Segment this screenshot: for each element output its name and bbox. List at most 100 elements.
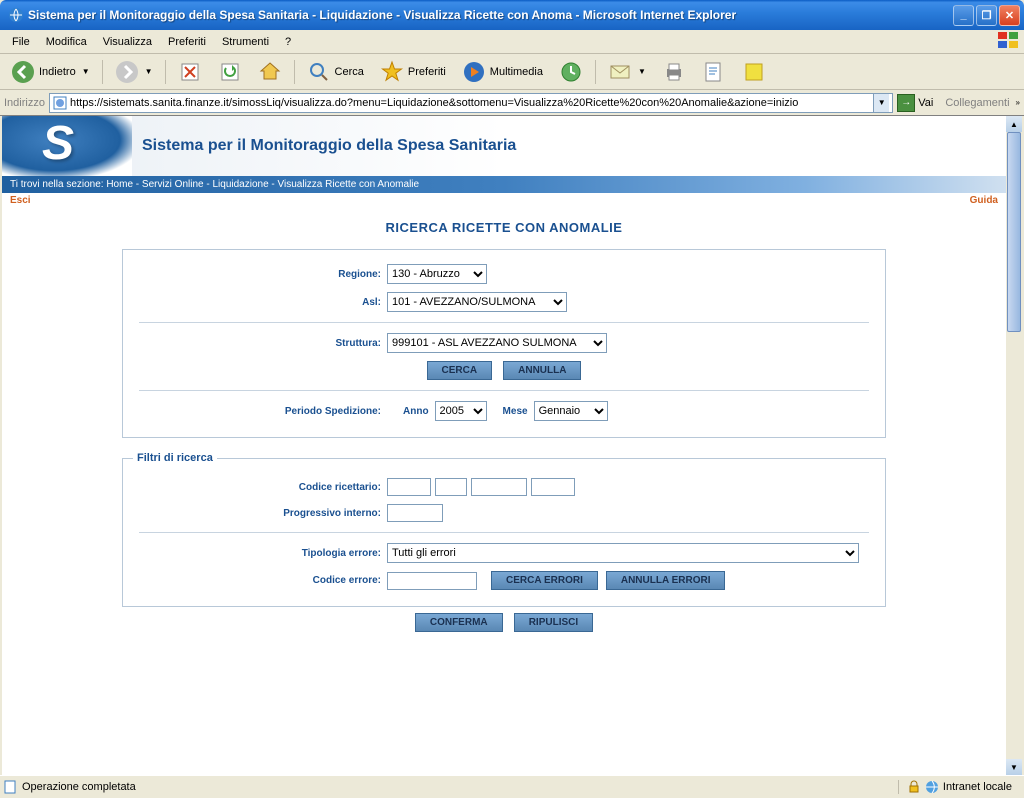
filtri-legend: Filtri di ricerca (133, 452, 217, 464)
history-icon (559, 60, 583, 84)
codric-input-1[interactable] (387, 478, 431, 496)
stop-button[interactable] (171, 56, 209, 88)
window-titlebar: Sistema per il Monitoraggio della Spesa … (0, 0, 1024, 30)
collegamenti-label[interactable]: Collegamenti (945, 97, 1009, 109)
star-icon (380, 60, 404, 84)
address-dropdown[interactable]: ▼ (873, 94, 889, 112)
codric-input-3[interactable] (471, 478, 527, 496)
address-input[interactable]: https://sistemats.sanita.finanze.it/simo… (49, 93, 893, 113)
menu-file[interactable]: File (4, 33, 38, 51)
esci-link[interactable]: Esci (10, 195, 31, 206)
menu-preferiti[interactable]: Preferiti (160, 33, 214, 51)
scroll-thumb[interactable] (1007, 132, 1021, 332)
periodo-label: Periodo Spedizione: (133, 406, 381, 417)
zone-icon (925, 780, 939, 794)
struttura-label: Struttura: (133, 338, 381, 349)
codice-ricettario-label: Codice ricettario: (133, 482, 381, 493)
mail-button[interactable]: ▼ (601, 56, 653, 88)
separator (139, 322, 869, 323)
favorites-label: Preferiti (408, 66, 446, 78)
search-fieldset: Regione: 130 - Abruzzo Asl: 101 - AVEZZA… (122, 249, 886, 438)
logo-icon (2, 116, 132, 176)
multimedia-icon (462, 60, 486, 84)
url-text: https://sistemats.sanita.finanze.it/simo… (70, 97, 870, 109)
mese-select[interactable]: Gennaio (534, 401, 608, 421)
print-icon (662, 60, 686, 84)
menu-modifica[interactable]: Modifica (38, 33, 95, 51)
asl-label: Asl: (133, 297, 381, 308)
tipologia-errore-label: Tipologia errore: (133, 548, 381, 559)
breadcrumb: Ti trovi nella sezione: Home - Servizi O… (2, 176, 1006, 193)
toolbar-separator (102, 60, 103, 84)
ripulisci-button[interactable]: RIPULISCI (514, 613, 593, 632)
progressivo-interno-label: Progressivo interno: (133, 508, 381, 519)
guida-link[interactable]: Guida (970, 195, 998, 206)
home-icon (258, 60, 282, 84)
scroll-down-icon[interactable]: ▼ (1006, 759, 1022, 775)
tipologia-errore-select[interactable]: Tutti gli errori (387, 543, 859, 563)
statusbar: Operazione completata Intranet locale (0, 775, 1024, 798)
scroll-up-icon[interactable]: ▲ (1006, 116, 1022, 132)
search-icon (307, 60, 331, 84)
favorites-button[interactable]: Preferiti (373, 56, 453, 88)
conferma-button[interactable]: CONFERMA (415, 613, 503, 632)
edit-button[interactable] (695, 56, 733, 88)
minimize-button[interactable]: _ (953, 5, 974, 26)
regione-label: Regione: (133, 269, 381, 280)
mese-label: Mese (503, 406, 528, 417)
menubar: File Modifica Visualizza Preferiti Strum… (0, 30, 1024, 54)
toolbar-separator (165, 60, 166, 84)
toolbar-separator (294, 60, 295, 84)
regione-select[interactable]: 130 - Abruzzo (387, 264, 487, 284)
anno-label: Anno (403, 406, 429, 417)
cerca-errori-button[interactable]: CERCA ERRORI (491, 571, 598, 590)
menu-visualizza[interactable]: Visualizza (95, 33, 160, 51)
filtri-fieldset: Filtri di ricerca Codice ricettario: Pro… (122, 452, 886, 607)
chevron-right-icon[interactable]: » (1016, 98, 1020, 107)
multimedia-button[interactable]: Multimedia (455, 56, 550, 88)
ie-icon (8, 7, 24, 23)
status-text: Operazione completata (22, 781, 136, 793)
codice-errore-input[interactable] (387, 572, 477, 590)
page-header: Sistema per il Monitoraggio della Spesa … (2, 116, 1006, 176)
mail-icon (608, 60, 632, 84)
forward-icon (115, 60, 139, 84)
search-button[interactable]: Cerca (300, 56, 371, 88)
close-button[interactable]: ✕ (999, 5, 1020, 26)
codric-input-2[interactable] (435, 478, 467, 496)
note-icon (742, 60, 766, 84)
struttura-select[interactable]: 999101 - ASL AVEZZANO SULMONA (387, 333, 607, 353)
go-label: Vai (918, 97, 933, 109)
menu-strumenti[interactable]: Strumenti (214, 33, 277, 51)
toolbar-separator (595, 60, 596, 84)
vertical-scrollbar[interactable]: ▲ ▼ (1006, 116, 1022, 775)
refresh-button[interactable] (211, 56, 249, 88)
windows-flag-icon (998, 32, 1020, 50)
home-button[interactable] (251, 56, 289, 88)
forward-button[interactable]: ▼ (108, 56, 160, 88)
asl-select[interactable]: 101 - AVEZZANO/SULMONA (387, 292, 567, 312)
zone-text: Intranet locale (943, 781, 1012, 793)
page-heading: RICERCA RICETTE CON ANOMALIE (2, 220, 1006, 235)
address-bar: Indirizzo https://sistemats.sanita.finan… (0, 90, 1024, 116)
maximize-button[interactable]: ❐ (976, 5, 997, 26)
print-button[interactable] (655, 56, 693, 88)
discuss-button[interactable] (735, 56, 773, 88)
annulla-button[interactable]: ANNULLA (503, 361, 581, 380)
codric-input-4[interactable] (531, 478, 575, 496)
back-button[interactable]: Indietro ▼ (4, 56, 97, 88)
page-done-icon (4, 780, 18, 794)
page-icon (53, 96, 67, 110)
history-button[interactable] (552, 56, 590, 88)
cerca-button[interactable]: CERCA (427, 361, 493, 380)
chevron-down-icon: ▼ (82, 67, 90, 76)
progint-input[interactable] (387, 504, 443, 522)
menu-help[interactable]: ? (277, 33, 299, 51)
annulla-errori-button[interactable]: ANNULLA ERRORI (606, 571, 726, 590)
separator (139, 532, 869, 533)
chevron-down-icon: ▼ (638, 67, 646, 76)
search-label: Cerca (335, 66, 364, 78)
go-button[interactable]: → Vai (897, 94, 933, 112)
codice-errore-label: Codice errore: (133, 575, 381, 586)
anno-select[interactable]: 2005 (435, 401, 487, 421)
